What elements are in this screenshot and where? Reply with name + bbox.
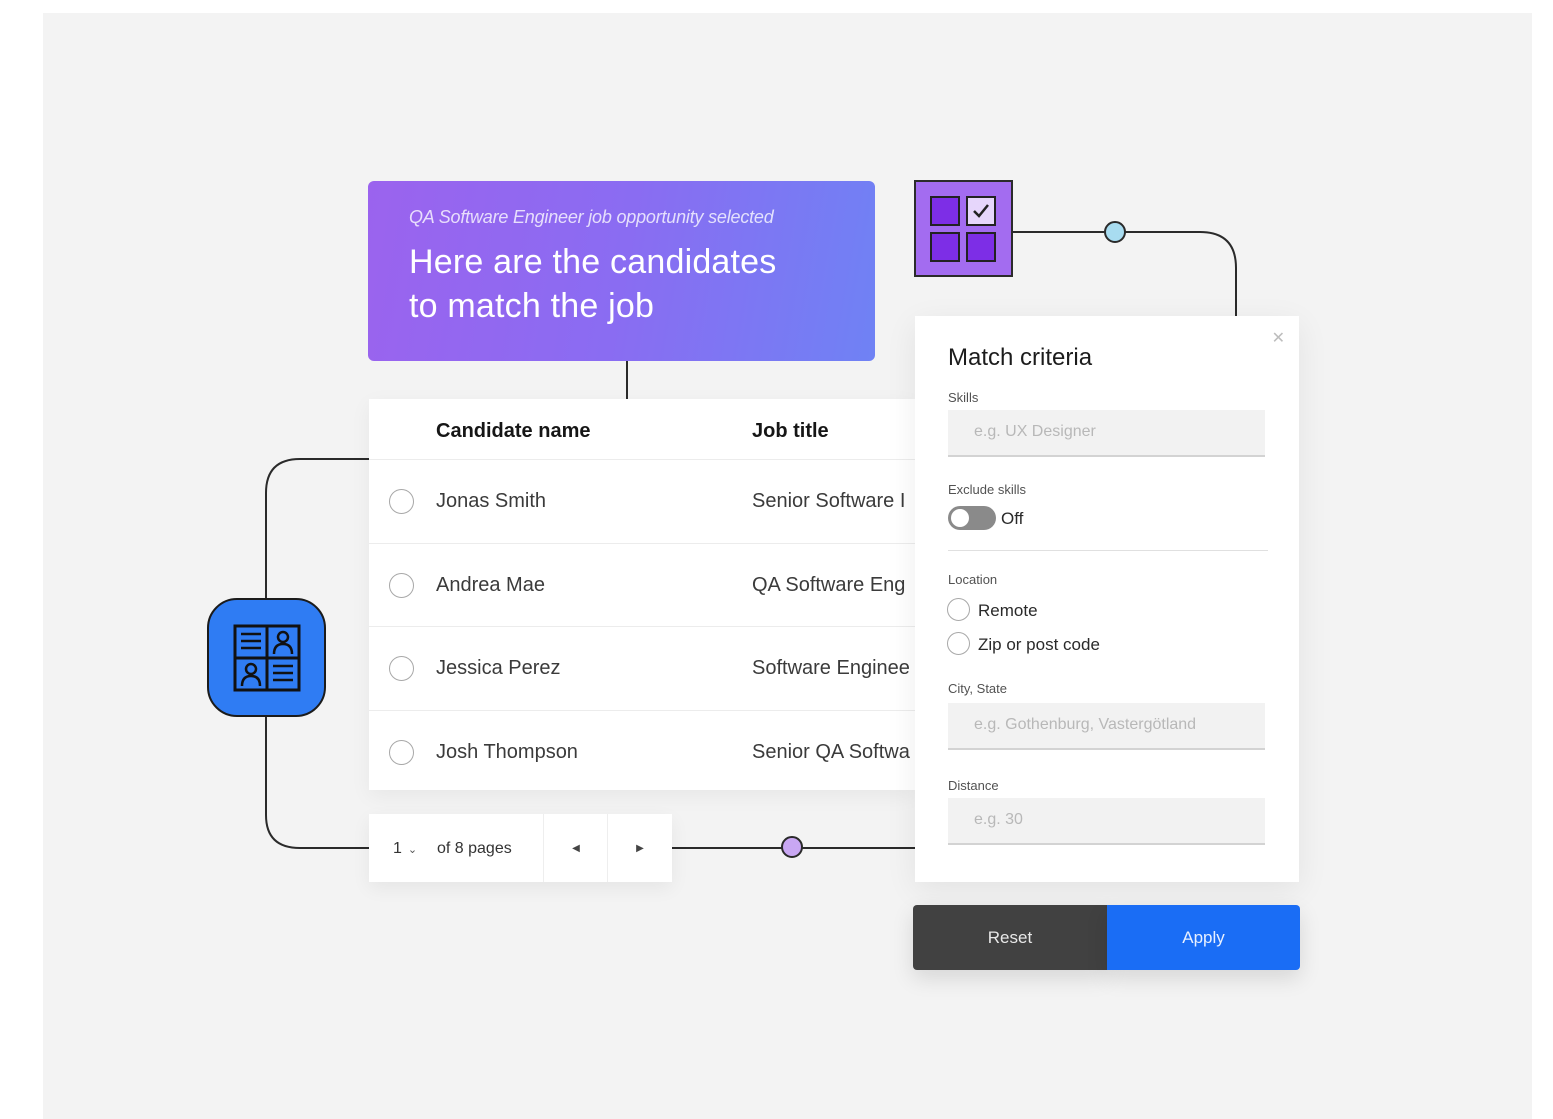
table-row[interactable]: Josh Thompson Senior QA Softwa [369,711,915,791]
match-criteria-panel: ✕ Match criteria Skills e.g. UX Designer… [915,316,1299,882]
column-header-job-title[interactable]: Job title [752,420,829,443]
exclude-skills-toggle[interactable] [948,506,996,530]
row-select-radio[interactable] [389,572,414,598]
checklist-grid-tile [914,180,1013,277]
row-select-radio[interactable] [389,489,414,514]
candidate-job-title: Senior QA Softwa [752,740,910,763]
candidate-job-title: Software Enginee [752,657,910,679]
location-label: Location [948,572,998,587]
row-select-radio[interactable] [389,656,414,681]
total-pages-label: of 8 pages [437,840,512,857]
location-remote-label[interactable]: Remote [978,601,1038,621]
page-number-select[interactable]: 1 ⌄ [393,840,417,858]
candidate-job-title: QA Software Eng [752,573,906,596]
pagination-bar: 1 ⌄ of 8 pages ◀ ▶ [369,814,672,882]
candidate-profiles-tile [207,598,326,717]
exclude-skills-label: Exclude skills [948,482,1027,497]
banner-title: Here are the candidates to match the job [409,240,835,328]
distance-input[interactable]: e.g. 30 [948,798,1265,845]
row-select-radio[interactable] [389,739,414,765]
checklist-grid-icon [930,196,996,262]
column-header-candidate-name[interactable]: Candidate name [436,420,590,443]
table-row[interactable]: Andrea Mae QA Software Eng [369,544,915,627]
chevron-down-icon: ⌄ [407,844,418,856]
table-header: Candidate name Job title [369,399,915,460]
candidate-name: Jonas Smith [436,490,547,512]
table-row[interactable]: Jonas Smith Senior Software I [369,460,915,544]
panel-title: Match criteria [948,344,1093,371]
location-zip-radio[interactable] [947,632,970,655]
reset-button[interactable]: Reset [913,905,1107,970]
candidate-name: Andrea Mae [436,573,545,596]
caret-left-icon: ◀ [572,842,580,854]
candidate-profiles-icon [233,624,300,691]
table-row[interactable]: Jessica Perez Software Enginee [369,627,915,711]
section-divider [948,550,1268,551]
toggle-state-label: Off [1001,509,1024,528]
caret-right-icon: ▶ [636,842,644,854]
current-page-value: 1 [393,840,402,857]
location-zip-label[interactable]: Zip or post code [978,635,1100,655]
candidate-job-title: Senior Software I [752,490,906,512]
banner-subtitle: QA Software Engineer job opportunity sel… [409,207,774,227]
apply-button[interactable]: Apply [1107,905,1300,970]
candidate-name: Jessica Perez [436,657,561,679]
candidate-name: Josh Thompson [436,740,578,763]
city-state-label: City, State [948,681,1008,696]
banner-title-line-2: to match the job [409,287,655,325]
city-state-input[interactable]: e.g. Gothenburg, Vastergötland [948,703,1265,750]
next-page-button[interactable]: ▶ [608,814,672,882]
distance-label: Distance [948,778,999,793]
candidates-table: Candidate name Job title Jonas Smith Sen… [369,399,915,790]
location-remote-radio[interactable] [947,598,970,621]
skills-input[interactable]: e.g. UX Designer [948,410,1265,457]
candidates-banner: QA Software Engineer job opportunity sel… [368,181,875,361]
skills-label: Skills [948,390,979,405]
banner-title-line-1: Here are the candidates [409,243,777,281]
close-icon[interactable]: ✕ [1272,328,1285,348]
previous-page-button[interactable]: ◀ [544,814,608,882]
toggle-knob [951,509,969,527]
